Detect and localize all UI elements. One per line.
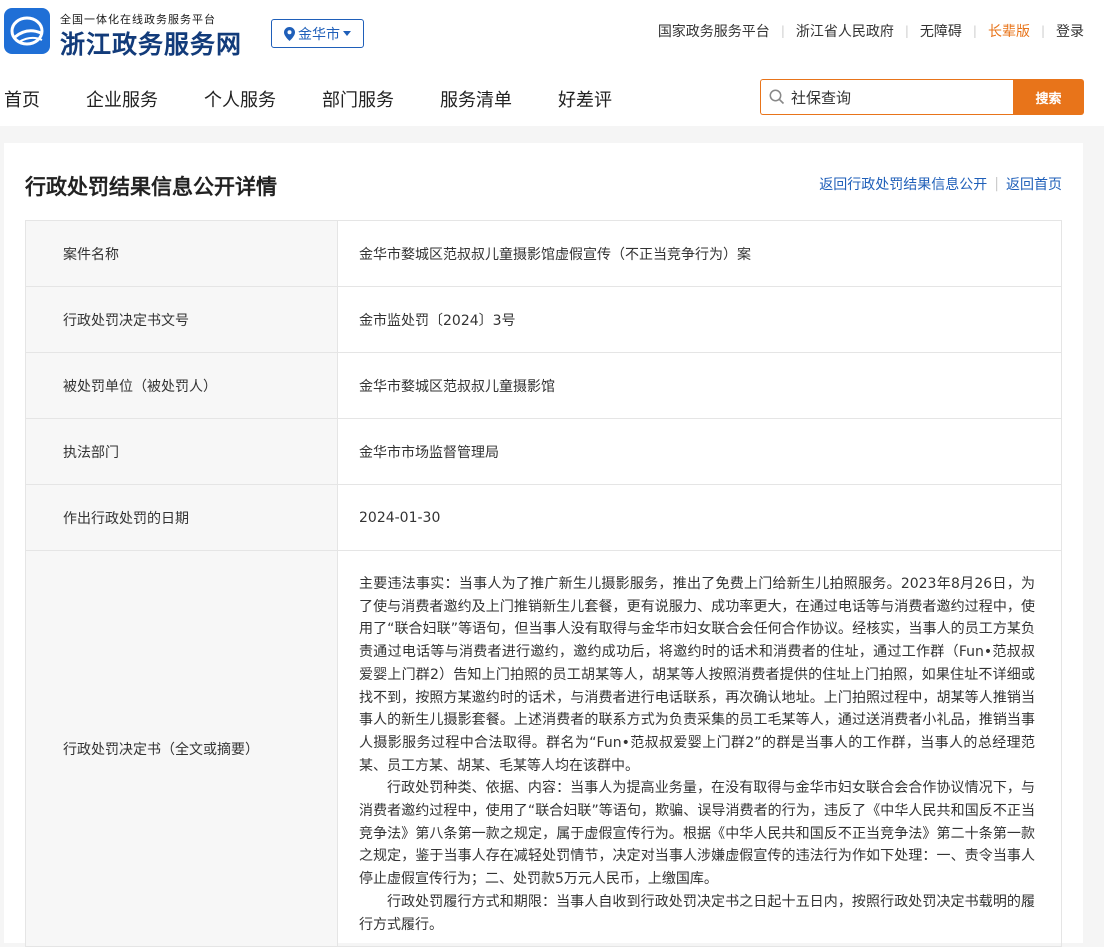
- city-selector[interactable]: 金华市: [271, 19, 364, 48]
- panel-links: 返回行政处罚结果信息公开 | 返回首页: [819, 174, 1062, 194]
- main-nav: 首页 企业服务 个人服务 部门服务 服务清单 好差评: [4, 86, 658, 112]
- divider: |: [780, 24, 785, 38]
- search-button[interactable]: 搜索: [1013, 79, 1084, 115]
- enforcement-dept-label: 执法部门: [25, 418, 338, 485]
- penalized-party-value: 金华市婺城区范叔叔儿童摄影馆: [337, 352, 1062, 419]
- table-row: 被处罚单位（被处罚人） 金华市婺城区范叔叔儿童摄影馆: [25, 352, 1062, 419]
- nav-item-department[interactable]: 部门服务: [322, 86, 394, 112]
- case-name-value: 金华市婺城区范叔叔儿童摄影馆虚假宣传（不正当竞争行为）案: [337, 220, 1062, 287]
- national-gov-service-link[interactable]: 国家政务服务平台: [658, 21, 770, 41]
- penalty-date-label: 作出行政处罚的日期: [25, 484, 338, 551]
- top-links: 国家政务服务平台 | 浙江省人民政府 | 无障碍 | 长辈版 | 登录: [658, 21, 1084, 41]
- elder-version-link[interactable]: 长辈版: [988, 21, 1030, 41]
- zhejiang-gov-link[interactable]: 浙江省人民政府: [796, 21, 894, 41]
- detail-panel: 行政处罚结果信息公开详情 返回行政处罚结果信息公开 | 返回首页 案件名称 金华…: [4, 143, 1083, 947]
- logo-emblem-icon: [10, 16, 44, 46]
- penalty-date-value: 2024-01-30: [337, 484, 1062, 551]
- decision-text-label: 行政处罚决定书（全文或摘要）: [25, 549, 338, 947]
- penalized-party-label: 被处罚单位（被处罚人）: [25, 352, 338, 419]
- decision-number-value: 金市监处罚〔2024〕3号: [337, 286, 1062, 353]
- nav-item-enterprise[interactable]: 企业服务: [86, 86, 158, 112]
- divider: |: [1040, 24, 1045, 38]
- site-logo[interactable]: [4, 8, 50, 54]
- table-row: 执法部门 金华市市场监督管理局: [25, 418, 1062, 485]
- brand-title[interactable]: 浙江政务服务网: [60, 25, 242, 61]
- search-icon: [769, 89, 785, 105]
- nav-item-evaluation[interactable]: 好差评: [558, 86, 612, 112]
- login-link[interactable]: 登录: [1056, 21, 1084, 41]
- caret-down-icon: [343, 30, 351, 36]
- search-box[interactable]: [760, 79, 1013, 115]
- decision-paragraph-penalty: 行政处罚种类、依据、内容：当事人为提高业务量，在没有取得与金华市妇女联合会合作协…: [359, 780, 1035, 888]
- table-row: 案件名称 金华市婺城区范叔叔儿童摄影馆虚假宣传（不正当竞争行为）案: [25, 220, 1062, 287]
- decision-paragraph-execution: 行政处罚履行方式和期限：当事人自收到行政处罚决定书之日起十五日内，按照行政处罚决…: [359, 893, 1035, 933]
- enforcement-dept-value: 金华市市场监督管理局: [337, 418, 1062, 485]
- nav-item-home[interactable]: 首页: [4, 86, 40, 112]
- city-label: 金华市: [298, 26, 340, 43]
- table-row: 行政处罚决定书文号 金市监处罚〔2024〕3号: [25, 286, 1062, 353]
- decision-paragraph-facts: 主要违法事实：当事人为了推广新生儿摄影服务，推出了免费上门给新生儿拍照服务。20…: [359, 576, 1035, 774]
- detail-table: 案件名称 金华市婺城区范叔叔儿童摄影馆虚假宣传（不正当竞争行为）案 行政处罚决定…: [25, 220, 1062, 947]
- site-header: 全国一体化在线政务服务平台 浙江政务服务网 金华市 国家政务服务平台 | 浙江省…: [0, 0, 1104, 126]
- table-row: 作出行政处罚的日期 2024-01-30: [25, 484, 1062, 551]
- decision-number-label: 行政处罚决定书文号: [25, 286, 338, 353]
- back-to-list-link[interactable]: 返回行政处罚结果信息公开: [819, 174, 987, 194]
- search-bar: 搜索: [760, 79, 1084, 115]
- accessibility-link[interactable]: 无障碍: [920, 21, 962, 41]
- case-name-label: 案件名称: [25, 220, 338, 287]
- divider: |: [994, 176, 999, 192]
- nav-item-service-list[interactable]: 服务清单: [440, 86, 512, 112]
- divider: |: [972, 24, 977, 38]
- location-pin-icon: [284, 26, 295, 41]
- table-row: 行政处罚决定书（全文或摘要） 主要违法事实：当事人为了推广新生儿摄影服务，推出了…: [25, 549, 1062, 947]
- back-home-link[interactable]: 返回首页: [1006, 174, 1062, 194]
- divider: |: [904, 24, 909, 38]
- decision-text-value: 主要违法事实：当事人为了推广新生儿摄影服务，推出了免费上门给新生儿拍照服务。20…: [337, 549, 1062, 947]
- page-title: 行政处罚结果信息公开详情: [25, 175, 277, 199]
- nav-item-personal[interactable]: 个人服务: [204, 86, 276, 112]
- search-input[interactable]: [791, 88, 1001, 106]
